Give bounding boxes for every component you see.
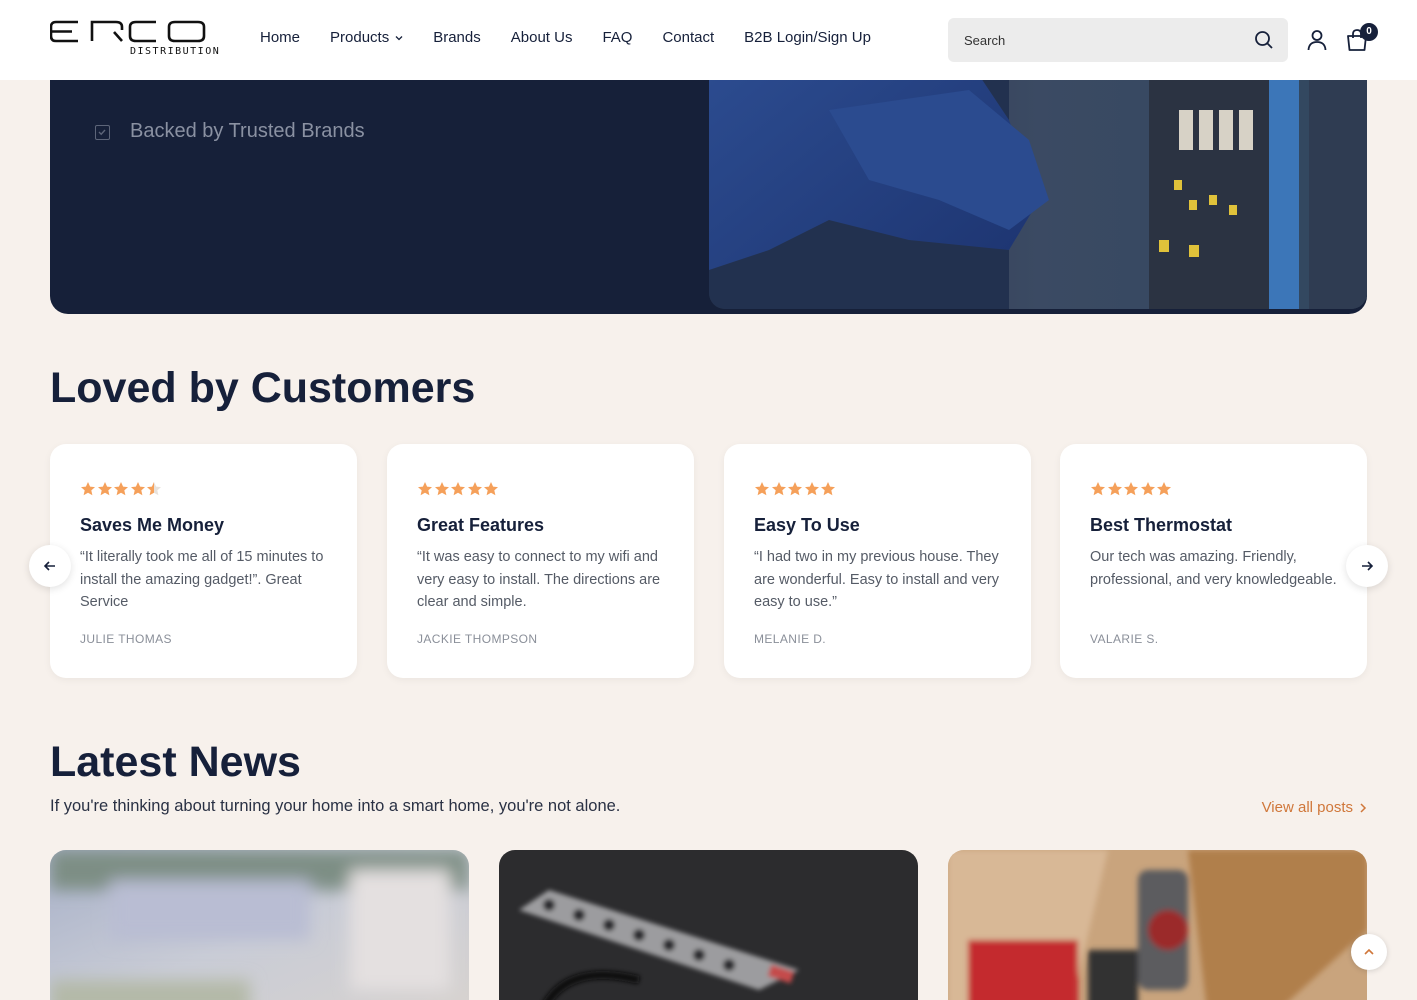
news-heading: Latest News bbox=[50, 738, 301, 786]
news-subtitle: If you're thinking about turning your ho… bbox=[50, 797, 621, 815]
star-icon bbox=[467, 482, 482, 496]
star-icon bbox=[804, 482, 819, 496]
chevron-right-icon bbox=[1360, 802, 1367, 813]
logo-subtitle: DISTRIBUTION bbox=[130, 46, 221, 57]
arrow-right-icon bbox=[1362, 561, 1374, 571]
star-icon bbox=[1140, 482, 1155, 496]
review-card: Best Thermostat Our tech was amazing. Fr… bbox=[1060, 444, 1367, 678]
chevron-down-icon bbox=[395, 35, 403, 40]
news-post-image[interactable] bbox=[50, 850, 469, 1000]
star-rating bbox=[1090, 481, 1173, 497]
star-icon bbox=[434, 482, 449, 496]
review-author: JULIE THOMAS bbox=[80, 632, 172, 646]
nav-home[interactable]: Home bbox=[260, 29, 300, 46]
star-icon bbox=[771, 482, 786, 496]
hero-feature-text: Backed by Trusted Brands bbox=[130, 120, 365, 142]
nav-about-us[interactable]: About Us bbox=[511, 29, 573, 46]
site-header: DISTRIBUTION Home Products Brands About … bbox=[0, 0, 1417, 80]
carousel-prev-button[interactable] bbox=[29, 545, 71, 587]
star-icon bbox=[418, 482, 432, 496]
reviews-heading: Loved by Customers bbox=[50, 364, 476, 412]
star-icon bbox=[451, 482, 465, 496]
news-post-image[interactable] bbox=[499, 850, 918, 1000]
review-card: Easy To Use “I had two in my previous ho… bbox=[724, 444, 1031, 678]
review-quote: Our tech was amazing. Friendly, professi… bbox=[1090, 549, 1337, 588]
review-card: Great Features “It was easy to connect t… bbox=[387, 444, 694, 678]
view-all-posts-link[interactable]: View all posts bbox=[1262, 799, 1367, 816]
star-icon bbox=[114, 482, 128, 496]
nav-contact-label: Contact bbox=[662, 29, 715, 46]
reviews-carousel: Saves Me Money “It literally took me all… bbox=[50, 444, 1367, 678]
review-author: JACKIE THOMPSON bbox=[417, 632, 538, 646]
review-title: Saves Me Money bbox=[80, 515, 225, 535]
review-title: Great Features bbox=[417, 515, 545, 535]
main-nav: Home Products Brands About Us FAQ Contac… bbox=[260, 29, 901, 46]
nav-faq-label: FAQ bbox=[602, 29, 633, 46]
star-icon bbox=[484, 482, 498, 496]
nav-products[interactable]: Products bbox=[330, 29, 403, 46]
star-icon bbox=[788, 482, 802, 496]
nav-contact[interactable]: Contact bbox=[662, 29, 714, 46]
back-to-top-button[interactable] bbox=[1351, 934, 1387, 970]
star-icon bbox=[97, 482, 112, 496]
carousel-next-button[interactable] bbox=[1346, 545, 1388, 587]
nav-about-us-label: About Us bbox=[510, 29, 573, 46]
nav-brands[interactable]: Brands bbox=[433, 29, 481, 46]
star-icon bbox=[81, 482, 95, 496]
review-quote: “It was easy to connect to my wifi and v… bbox=[417, 549, 661, 610]
nav-b2b-login-label: B2B Login/Sign Up bbox=[744, 29, 871, 46]
review-author: MELANIE D. bbox=[754, 632, 827, 646]
nav-brands-label: Brands bbox=[433, 29, 481, 46]
star-icon bbox=[1157, 482, 1171, 496]
news-post-image[interactable] bbox=[948, 850, 1367, 1000]
review-title: Easy To Use bbox=[754, 515, 860, 535]
user-account-icon[interactable] bbox=[1305, 28, 1329, 52]
search-input[interactable] bbox=[964, 30, 1244, 50]
chevron-up-icon bbox=[1364, 948, 1374, 955]
star-icon bbox=[147, 482, 161, 496]
checkbox-icon bbox=[95, 125, 110, 140]
star-icon bbox=[1107, 482, 1122, 496]
cart-count-badge: 0 bbox=[1360, 23, 1378, 41]
star-icon bbox=[821, 482, 835, 496]
review-card: Saves Me Money “It literally took me all… bbox=[50, 444, 357, 678]
review-quote: “I had two in my previous house. They ar… bbox=[754, 549, 1000, 610]
erco-logo[interactable]: DISTRIBUTION bbox=[50, 20, 219, 60]
star-icon bbox=[755, 482, 769, 496]
star-icon bbox=[1091, 482, 1105, 496]
star-icon bbox=[130, 482, 145, 496]
search-box bbox=[948, 18, 1288, 62]
review-title: Best Thermostat bbox=[1090, 515, 1233, 535]
star-rating bbox=[754, 481, 837, 497]
star-rating bbox=[80, 481, 163, 497]
arrow-left-icon bbox=[43, 561, 55, 571]
star-icon bbox=[1124, 482, 1138, 496]
star-rating bbox=[417, 481, 500, 497]
view-all-posts-label: View all posts bbox=[1261, 799, 1353, 816]
nav-home-label: Home bbox=[260, 29, 301, 46]
logo-wordmark bbox=[50, 20, 206, 43]
search-icon[interactable] bbox=[1254, 30, 1274, 50]
review-quote: “It literally took me all of 15 minutes … bbox=[80, 549, 324, 610]
nav-products-label: Products bbox=[330, 29, 390, 46]
review-author: VALARIE S. bbox=[1090, 632, 1159, 646]
nav-b2b-login[interactable]: B2B Login/Sign Up bbox=[744, 29, 871, 46]
nav-faq[interactable]: FAQ bbox=[602, 29, 632, 46]
